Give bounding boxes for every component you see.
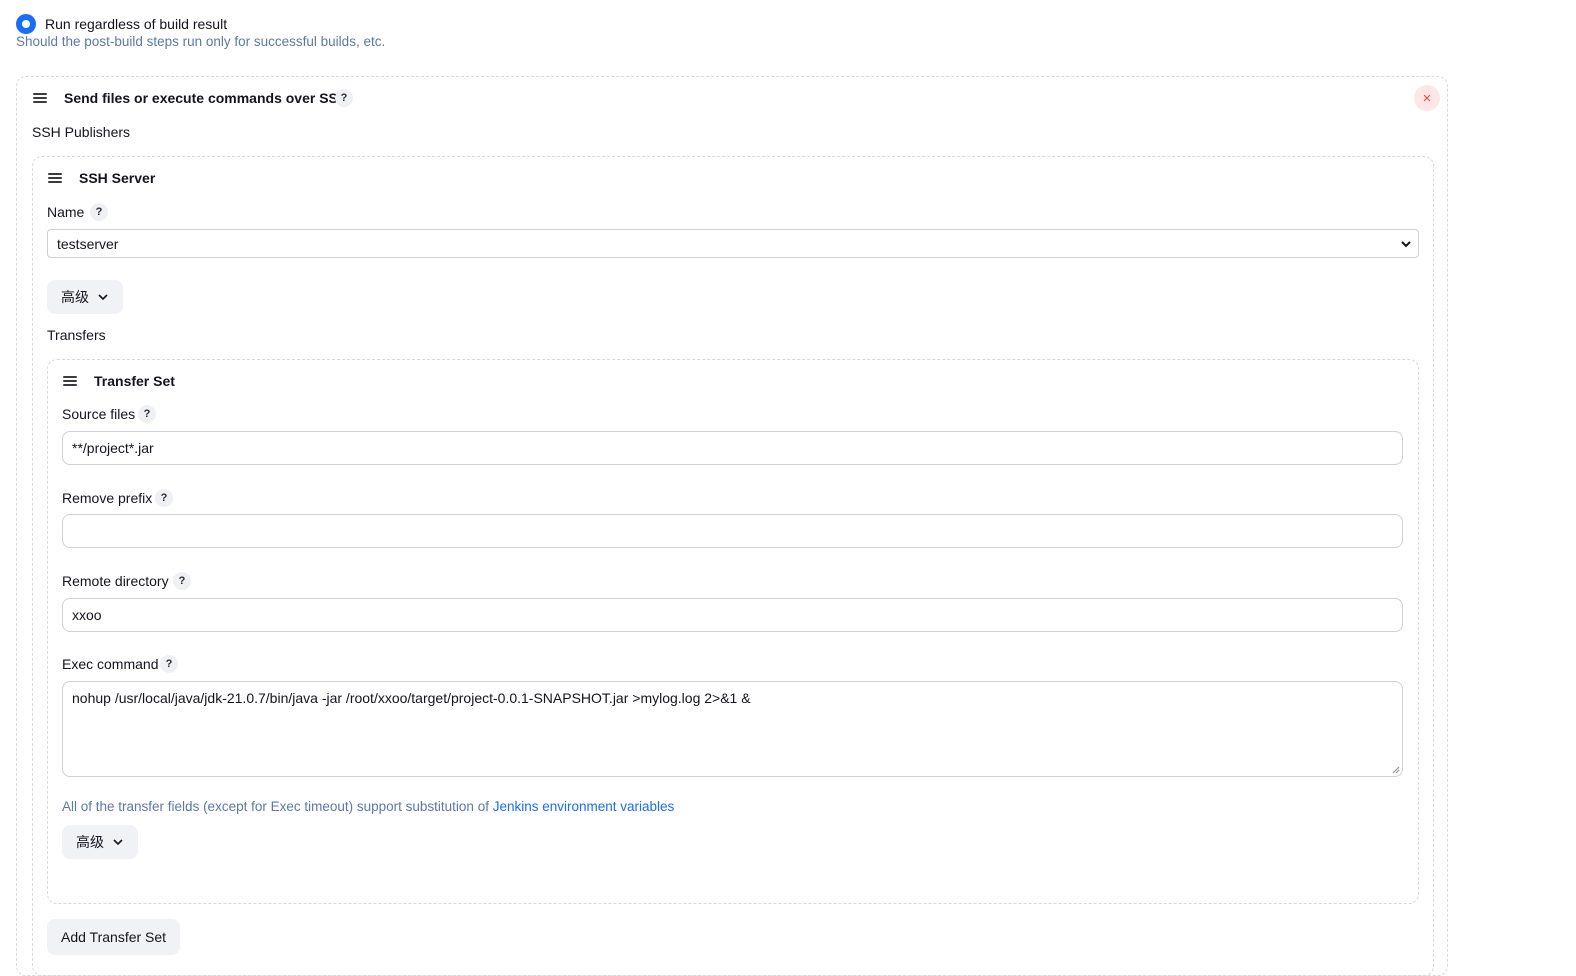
post-build-hint: Should the post-build steps run only for… <box>16 34 386 49</box>
ssh-server-drag-handle-icon[interactable] <box>48 173 62 183</box>
ssh-server-title: SSH Server <box>79 170 156 186</box>
ssh-server-advanced-button[interactable]: 高级 <box>47 280 123 314</box>
source-files-help-icon[interactable]: ? <box>138 405 156 423</box>
remove-prefix-help-icon[interactable]: ? <box>155 489 173 507</box>
chevron-down-icon <box>1401 241 1411 248</box>
exec-command-label: Exec command <box>62 656 159 672</box>
ssh-server-name-select[interactable]: testserver <box>47 229 1419 258</box>
exec-command-textarea[interactable]: nohup /usr/local/java/jdk-21.0.7/bin/jav… <box>62 681 1403 777</box>
chevron-down-icon <box>113 839 123 846</box>
delete-step-close-icon[interactable]: × <box>1414 85 1440 111</box>
resize-grip-icon[interactable] <box>1392 766 1400 774</box>
chevron-down-icon <box>98 294 108 301</box>
ssh-step-help-icon[interactable]: ? <box>335 89 353 107</box>
ssh-publishers-label: SSH Publishers <box>32 124 131 140</box>
advanced-label: 高级 <box>61 289 89 305</box>
remote-directory-label: Remote directory <box>62 573 169 589</box>
remote-directory-help-icon[interactable]: ? <box>173 572 191 590</box>
run-regardless-option[interactable]: Run regardless of build result <box>16 14 227 34</box>
jenkins-env-variables-link[interactable]: Jenkins environment variables <box>493 799 675 814</box>
ssh-step-drag-handle-icon[interactable] <box>33 93 47 103</box>
run-regardless-label: Run regardless of build result <box>45 16 228 32</box>
transfers-label: Transfers <box>47 327 106 343</box>
exec-command-help-icon[interactable]: ? <box>160 655 178 673</box>
advanced-label: 高级 <box>76 834 104 850</box>
remove-prefix-label: Remove prefix <box>62 490 153 506</box>
run-regardless-radio[interactable] <box>16 14 36 34</box>
exec-command-value: nohup /usr/local/java/jdk-21.0.7/bin/jav… <box>72 690 751 706</box>
env-variables-note: All of the transfer fields (except for E… <box>62 799 674 814</box>
source-files-label: Source files <box>62 406 136 422</box>
transfer-set-title: Transfer Set <box>94 373 175 389</box>
remove-prefix-input[interactable] <box>62 514 1403 548</box>
transfer-set-drag-handle-icon[interactable] <box>63 376 77 386</box>
source-files-input[interactable]: **/project*.jar <box>62 431 1403 465</box>
name-help-icon[interactable]: ? <box>90 203 108 221</box>
transfer-set-advanced-button[interactable]: 高级 <box>62 825 138 859</box>
ssh-server-name-value: testserver <box>57 235 119 252</box>
ssh-step-title: Send files or execute commands over SSH <box>64 90 348 106</box>
env-note-text: All of the transfer fields (except for E… <box>62 799 493 814</box>
name-label: Name <box>47 204 85 220</box>
remote-directory-input[interactable]: xxoo <box>62 598 1403 632</box>
